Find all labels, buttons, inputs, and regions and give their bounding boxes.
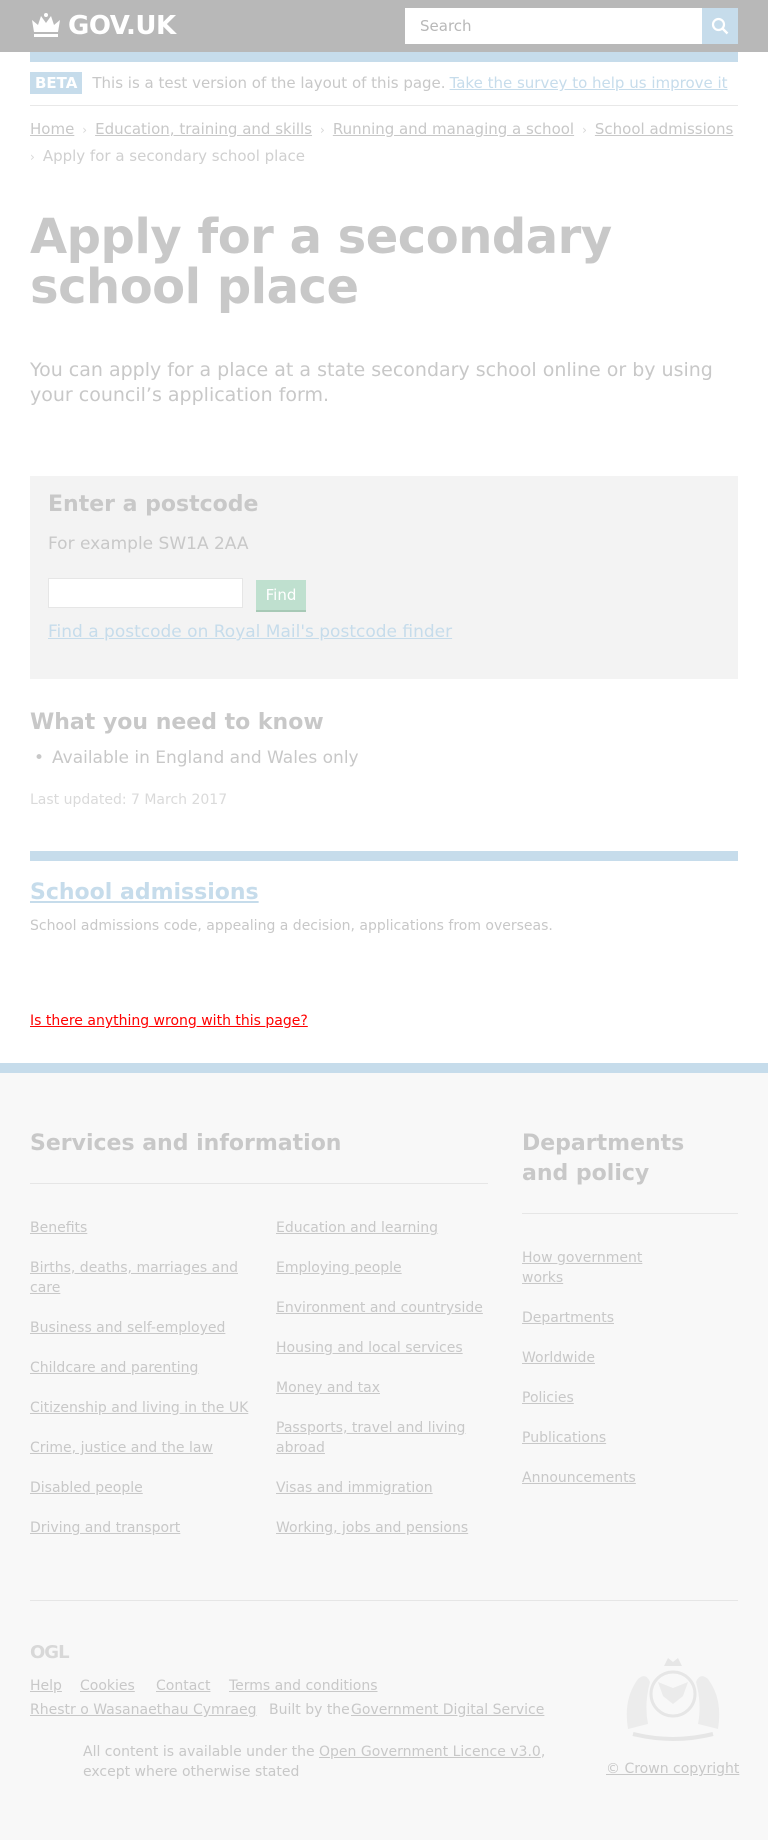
govuk-logo[interactable]: GOV.UK [30,11,176,41]
footer-link-worldwide[interactable]: Worldwide [522,1348,672,1368]
footer-link-disabled[interactable]: Disabled people [30,1478,240,1498]
postcode-hint: For example SW1A 2AA [48,534,249,554]
crown-icon [32,13,60,37]
related-school-admissions-link[interactable]: School admissions [30,880,259,905]
breadcrumb-home[interactable]: Home [30,120,74,138]
footer-link-citizenship[interactable]: Citizenship and living in the UK [30,1398,250,1418]
logo-text: GOV.UK [68,11,176,41]
page-title: Apply for a secondary school place [30,209,612,315]
footer-link-working[interactable]: Working, jobs and pensions [276,1518,486,1538]
footer-link-employing[interactable]: Employing people [276,1258,486,1278]
breadcrumb-current: Apply for a secondary school place [42,147,305,165]
search-input[interactable]: Search [405,8,702,44]
search-icon [711,17,729,35]
last-updated: Last updated: 7 March 2017 [30,792,228,808]
royal-coat-of-arms-icon [626,1658,720,1741]
footer-link-policies[interactable]: Policies [522,1388,672,1408]
find-button[interactable]: Find [256,580,306,610]
header-blue-rule [30,52,738,62]
postcode-input[interactable] [48,578,243,608]
footer-link-births[interactable]: Births, deaths, marriages and care [30,1258,240,1298]
survey-link[interactable]: Take the survey to help us improve it [450,72,728,94]
page-lede: You can apply for a place at a state sec… [30,359,713,406]
search-button[interactable] [702,8,738,44]
breadcrumb-running-school[interactable]: Running and managing a school [333,120,574,138]
footer-link-education[interactable]: Education and learning [276,1218,486,1238]
search-placeholder: Search [420,17,472,35]
related-description: School admissions code, appealing a deci… [30,918,553,934]
site-header: GOV.UK Search [0,0,768,52]
chevron-right-icon: › [30,150,35,164]
footer-divider [30,1183,488,1184]
beta-tag: BETA [30,72,83,94]
licence-text: All content is available under the Open … [83,1742,553,1782]
footer-link-childcare[interactable]: Childcare and parenting [30,1358,240,1378]
footer-link-benefits[interactable]: Benefits [30,1218,240,1238]
footer-services-heading: Services and information [30,1131,342,1156]
need-to-know-list: Available in England and Wales only [34,748,359,768]
crown-copyright-link[interactable]: © Crown copyright [606,1761,739,1777]
footer-link-money[interactable]: Money and tax [276,1378,486,1398]
footer-link-housing[interactable]: Housing and local services [276,1338,486,1358]
footer-welsh-link[interactable]: Rhestr o Wasanaethau Cymraeg [30,1702,256,1718]
footer-link-how-government-works[interactable]: How government works [522,1248,672,1288]
postcode-finder-link[interactable]: Find a postcode on Royal Mail's postcode… [48,622,452,642]
footer-link-environment[interactable]: Environment and countryside [276,1298,486,1318]
footer-link-crime[interactable]: Crime, justice and the law [30,1438,240,1458]
related-blue-rule [30,851,738,861]
footer-link-publications[interactable]: Publications [522,1428,672,1448]
licence-text-start: All content is available under the [83,1744,315,1760]
need-to-know-heading: What you need to know [30,710,324,735]
ogl-logo: OGL [30,1642,70,1663]
footer-link-business[interactable]: Business and self-employed [30,1318,240,1338]
footer-link-passports[interactable]: Passports, travel and living abroad [276,1418,476,1458]
footer-help-link[interactable]: Help [30,1678,62,1694]
postcode-form: Enter a postcode For example SW1A 2AA Fi… [30,476,738,679]
footer-link-announcements[interactable]: Announcements [522,1468,672,1488]
chevron-right-icon: › [82,123,88,137]
footer-link-visas[interactable]: Visas and immigration [276,1478,486,1498]
report-problem-link[interactable]: Is there anything wrong with this page? [30,1013,308,1029]
footer-contact-link[interactable]: Contact [156,1678,210,1694]
chevron-right-icon: › [582,123,587,137]
ogl-licence-link[interactable]: Open Government Licence v3.0 [319,1744,541,1760]
gds-link[interactable]: Government Digital Service [351,1702,544,1718]
postcode-heading: Enter a postcode [48,492,259,517]
breadcrumb-education[interactable]: Education, training and skills [95,120,312,138]
footer-link-departments[interactable]: Departments [522,1308,672,1328]
built-by-text: Built by the [269,1702,350,1718]
beta-banner: BETA This is a test version of the layou… [30,72,738,106]
beta-text: This is a test version of the layout of … [92,74,446,92]
breadcrumb-school-admissions[interactable]: School admissions [595,120,733,138]
chevron-right-icon: › [320,123,325,137]
footer-divider [522,1213,738,1214]
breadcrumb: Home › Education, training and skills › Runn… [30,116,738,170]
footer-link-driving[interactable]: Driving and transport [30,1518,240,1538]
footer-cookies-link[interactable]: Cookies [80,1678,135,1694]
footer-departments-heading: Departments and policy [522,1131,685,1186]
footer-divider [30,1600,738,1601]
footer-terms-link[interactable]: Terms and conditions [229,1678,378,1694]
list-item: Available in England and Wales only [34,748,359,768]
